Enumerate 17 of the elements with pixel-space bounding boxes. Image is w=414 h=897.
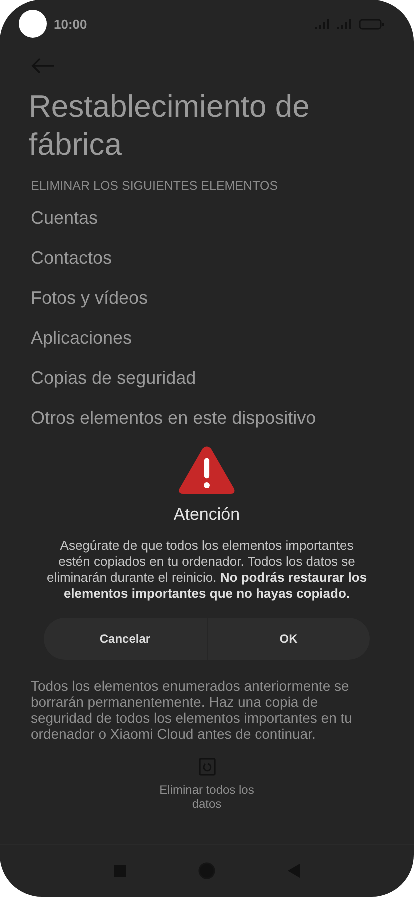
dialog-title: Atención: [174, 504, 240, 526]
dialog-message: Asegúrate de que todos los elementos importantes estén copiados en tu ordenador. Todos los datos se eliminarán durante el reinicio. No podrás restaurar los elementos importantes que no hayas copiado.: [46, 538, 368, 602]
list-item: Copias de seguridad: [31, 366, 196, 390]
warning-note: Todos los elementos enumerados anteriormente se borrarán permanentemente. Haz una copia de seguridad de todos los elementos importantes en tu ordenador o Xiaomi Cloud antes de continuar.: [31, 678, 354, 742]
section-label: ELIMINAR LOS SIGUIENTES ELEMENTOS: [31, 178, 280, 194]
camera-cutout: [19, 10, 47, 38]
status-time: 10:00: [54, 16, 88, 32]
ok-button[interactable]: OK: [208, 618, 370, 660]
cancel-button[interactable]: Cancelar: [44, 618, 208, 660]
page-title: Restablecimiento de fábrica: [29, 88, 311, 164]
list-item: Cuentas: [31, 206, 98, 230]
list-item: Contactos: [31, 246, 112, 270]
warning-icon: [178, 446, 236, 496]
erase-all-label[interactable]: Eliminar todos los datos: [152, 783, 262, 811]
list-item: Fotos y vídeos: [31, 286, 148, 310]
list-item: Aplicaciones: [31, 326, 132, 350]
list-item: Otros elementos en este dispositivo: [31, 406, 316, 430]
